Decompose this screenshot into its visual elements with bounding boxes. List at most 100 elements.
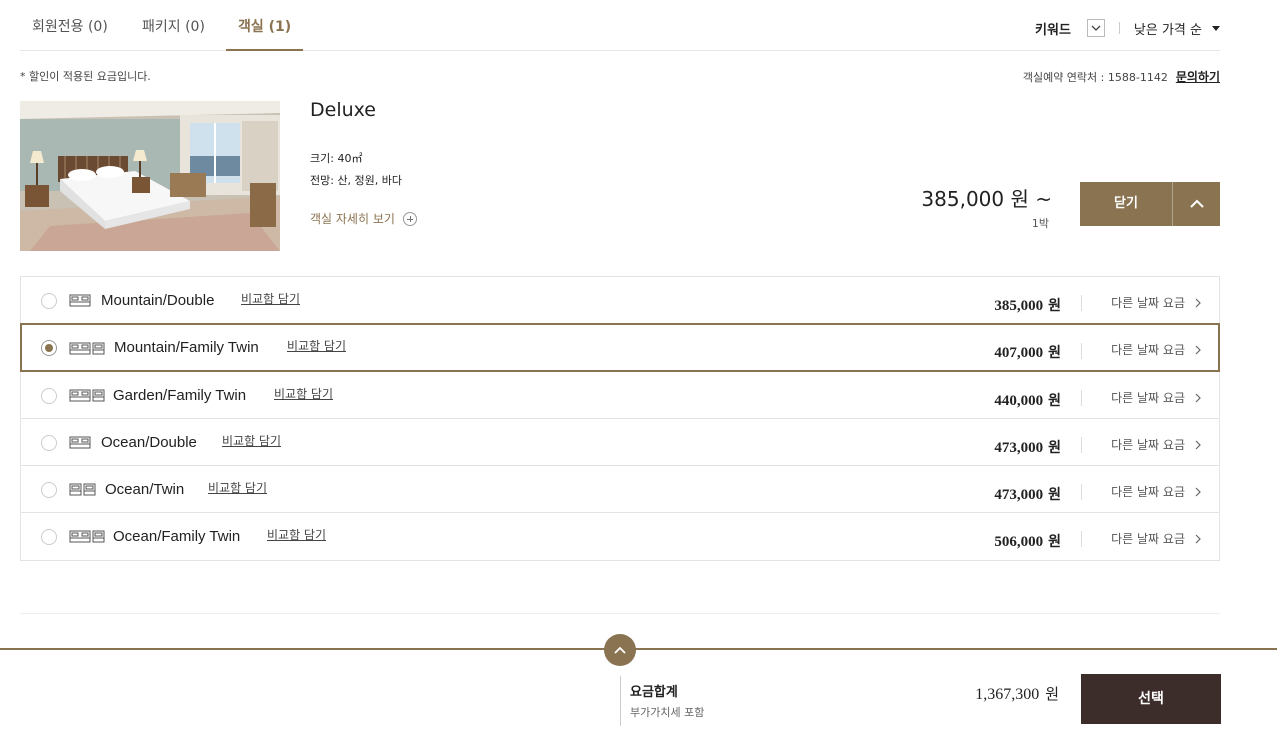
other-date-rate-link[interactable]: 다른 날짜 요금 (1111, 294, 1201, 311)
price-value: 506,000 (994, 534, 1044, 550)
rate-option-price: 407,000 원 (994, 342, 1061, 362)
keyword-label: 키워드 (1035, 22, 1071, 38)
close-label: 닫기 (1114, 196, 1138, 211)
rate-radio[interactable] (41, 293, 57, 309)
rate-radio[interactable] (41, 388, 57, 404)
divider (1081, 390, 1082, 406)
rate-options-list: Mountain/Double 비교함 담기 385,000 원 다른 날짜 요금… (20, 276, 1220, 561)
twin-bed-icon (69, 482, 97, 496)
add-compare-link[interactable]: 비교함 담기 (222, 432, 281, 449)
vat-included-note: 부가가치세 포함 (630, 706, 705, 719)
keyword-dropdown[interactable] (1086, 19, 1105, 37)
contact-info: 객실예약 연락처 : 1588-1142 문의하기 (1023, 68, 1220, 85)
room-title: Deluxe (310, 99, 376, 121)
divider (20, 613, 1220, 614)
discount-notice: * 할인이 적용된 요금입니다. (20, 70, 151, 83)
inquiry-link[interactable]: 문의하기 (1176, 68, 1220, 85)
rate-option-row[interactable]: Ocean/Twin 비교함 담기 473,000 원 다른 날짜 요금 (21, 466, 1219, 513)
rate-radio[interactable] (41, 529, 57, 545)
divider (620, 676, 621, 726)
contact-label: 객실예약 연락처 : 1588-1142 (1022, 70, 1168, 84)
chevron-up-icon (1173, 182, 1220, 226)
room-detail-label: 객실 자세히 보기 (310, 212, 395, 226)
night-count: 1박 (1031, 217, 1049, 230)
other-date-rate-link[interactable]: 다른 날짜 요금 (1111, 436, 1201, 453)
tab-member-only[interactable]: 회원전용 (0) (20, 0, 120, 51)
total-price: 1,367,300 원 (975, 683, 1059, 704)
currency: 원 (1048, 534, 1061, 550)
chevron-down-icon (1091, 25, 1101, 31)
price-value: 407,000 (994, 345, 1044, 361)
rate-option-row[interactable]: Ocean/Family Twin 비교함 담기 506,000 원 다른 날짜 … (21, 513, 1219, 560)
family-twin-bed-icon (69, 529, 106, 543)
rate-option-price: 440,000 원 (994, 390, 1061, 410)
chevron-right-icon (1195, 393, 1201, 402)
rate-option-name: Mountain/Double (101, 292, 215, 309)
chevron-right-icon (1195, 440, 1201, 449)
chevron-right-icon (1195, 298, 1201, 307)
sort-area: 키워드 낮은 가격 순 (1035, 18, 1220, 38)
rate-radio-selected[interactable] (41, 340, 57, 356)
currency: 원 (1048, 393, 1061, 409)
sort-order-dropdown[interactable]: 낮은 가격 순 (1134, 19, 1202, 38)
total-value: 1,367,300 (975, 686, 1040, 703)
select-button[interactable]: 선택 (1081, 674, 1221, 724)
room-size: 크기: 40㎡ (310, 152, 363, 165)
divider (1081, 295, 1082, 311)
tab-room[interactable]: 객실 (1) (226, 0, 304, 51)
room-detail-link[interactable]: 객실 자세히 보기 (310, 210, 417, 227)
rate-option-row[interactable]: Garden/Family Twin 비교함 담기 440,000 원 다른 날짜… (21, 372, 1219, 419)
add-compare-link[interactable]: 비교함 담기 (267, 526, 326, 543)
other-date-rate-link[interactable]: 다른 날짜 요금 (1111, 389, 1201, 406)
rate-option-price: 506,000 원 (994, 531, 1061, 551)
rate-option-row[interactable]: Mountain/Family Twin 비교함 담기 407,000 원 다른 … (20, 323, 1220, 372)
tab-package[interactable]: 패키지 (0) (130, 0, 217, 51)
add-compare-link[interactable]: 비교함 담기 (208, 479, 267, 496)
price-value: 440,000 (994, 393, 1044, 409)
price-value: 385,000 (994, 298, 1044, 314)
rate-option-name: Garden/Family Twin (113, 387, 247, 404)
rate-option-name: Ocean/Double (101, 434, 197, 451)
close-room-button[interactable]: 닫기 (1080, 182, 1220, 226)
caret-down-icon[interactable] (1212, 25, 1220, 31)
rate-option-price: 385,000 원 (994, 295, 1061, 315)
family-twin-bed-icon (69, 341, 106, 355)
currency: 원 (1045, 685, 1059, 703)
plus-circle-icon (402, 211, 417, 226)
expand-summary-button[interactable] (604, 634, 636, 666)
rate-option-price: 473,000 원 (994, 437, 1061, 457)
room-view: 전망: 산, 정원, 바다 (310, 174, 403, 187)
add-compare-link[interactable]: 비교함 담기 (274, 385, 333, 402)
rate-option-row[interactable]: Ocean/Double 비교함 담기 473,000 원 다른 날짜 요금 (21, 419, 1219, 466)
chevron-up-icon (614, 646, 626, 654)
currency: 원 (1048, 487, 1061, 503)
divider (1081, 437, 1082, 453)
rate-option-name: Ocean/Twin (105, 481, 185, 498)
rate-option-name: Ocean/Family Twin (113, 528, 241, 545)
chevron-right-icon (1195, 345, 1201, 354)
divider (1081, 343, 1082, 359)
currency: 원 (1048, 298, 1061, 314)
room-photo (20, 101, 280, 251)
add-compare-link[interactable]: 비교함 담기 (241, 290, 300, 307)
total-label: 요금합계 (630, 685, 678, 700)
family-twin-bed-icon (69, 388, 106, 402)
rate-radio[interactable] (41, 482, 57, 498)
other-date-label: 다른 날짜 요금 (1111, 343, 1185, 357)
double-bed-icon (69, 293, 92, 307)
summary-bar-line (0, 648, 1277, 650)
room-starting-price: 385,000 원 ~ (921, 187, 1052, 211)
currency: 원 (1048, 345, 1061, 361)
add-compare-link[interactable]: 비교함 담기 (287, 337, 346, 354)
other-date-rate-link[interactable]: 다른 날짜 요금 (1111, 341, 1201, 358)
other-date-rate-link[interactable]: 다른 날짜 요금 (1111, 483, 1201, 500)
other-date-label: 다른 날짜 요금 (1111, 296, 1185, 310)
other-date-label: 다른 날짜 요금 (1111, 391, 1185, 405)
rate-option-row[interactable]: Mountain/Double 비교함 담기 385,000 원 다른 날짜 요금 (21, 277, 1219, 324)
rate-radio[interactable] (41, 435, 57, 451)
other-date-label: 다른 날짜 요금 (1111, 438, 1185, 452)
chevron-right-icon (1195, 487, 1201, 496)
rate-option-price: 473,000 원 (994, 484, 1061, 504)
other-date-rate-link[interactable]: 다른 날짜 요금 (1111, 530, 1201, 547)
currency: 원 (1048, 440, 1061, 456)
